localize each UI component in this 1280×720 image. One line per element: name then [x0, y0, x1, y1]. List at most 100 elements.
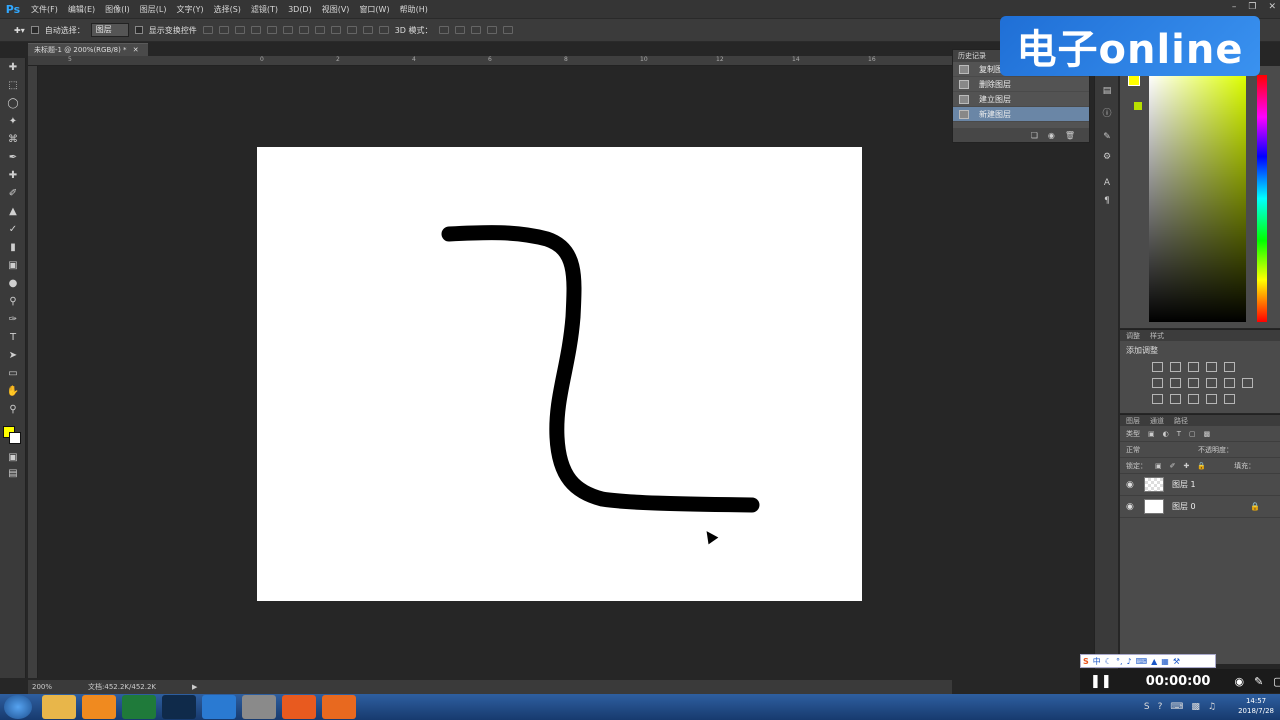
ime-punct-icon[interactable]: °,: [1116, 657, 1123, 666]
ime-skin-icon[interactable]: ▲: [1151, 657, 1157, 666]
brush-tool-icon[interactable]: ✐: [6, 188, 20, 200]
channel-mixer-icon[interactable]: [1224, 378, 1235, 388]
new-document-from-state-icon[interactable]: ❏: [1031, 131, 1038, 140]
distribute-left-icon[interactable]: [346, 26, 357, 34]
slide-3d-icon[interactable]: [486, 26, 497, 34]
snapshot-icon[interactable]: ◉: [1048, 131, 1055, 140]
ime-moon-icon[interactable]: ☾: [1105, 657, 1112, 666]
lock-move-icon[interactable]: ✚: [1184, 462, 1190, 470]
window-icon[interactable]: ▢: [1273, 675, 1280, 688]
restore-icon[interactable]: ❐: [1248, 2, 1256, 12]
tab-styles[interactable]: 样式: [1150, 331, 1164, 341]
type-tool-icon[interactable]: T: [6, 332, 20, 344]
distribute-right-icon[interactable]: [378, 26, 389, 34]
move-tool-icon[interactable]: ✚▾: [14, 26, 25, 35]
menu-window[interactable]: 窗口(W): [354, 4, 394, 15]
marquee-tool-icon[interactable]: ⬚: [6, 80, 20, 92]
menu-help[interactable]: 帮助(H): [395, 4, 433, 15]
align-bottom-icon[interactable]: [234, 26, 245, 34]
roll-3d-icon[interactable]: [454, 26, 465, 34]
screen-mode-icon[interactable]: ▤: [6, 468, 20, 480]
menu-view[interactable]: 视图(V): [317, 4, 355, 15]
firefox-icon[interactable]: [282, 695, 316, 719]
filter-smart-icon[interactable]: ▩: [1204, 430, 1211, 438]
scale-3d-icon[interactable]: [502, 26, 513, 34]
hue-saturation-icon[interactable]: [1152, 378, 1163, 388]
align-right-icon[interactable]: [282, 26, 293, 34]
exposure-icon[interactable]: [1206, 362, 1217, 372]
minimize-icon[interactable]: –: [1232, 2, 1237, 12]
ime-keyboard-icon[interactable]: ⌨: [1136, 657, 1148, 666]
character-panel-icon[interactable]: A: [1101, 178, 1113, 190]
move-tool-icon[interactable]: ✚: [6, 62, 20, 74]
photoshop-icon[interactable]: [162, 695, 196, 719]
document-canvas[interactable]: [257, 147, 862, 601]
tab-paths[interactable]: 路径: [1174, 416, 1188, 426]
gradient-tool-icon[interactable]: ▣: [6, 260, 20, 272]
ime-tools-icon[interactable]: ▦: [1161, 657, 1169, 666]
filter-type-icon[interactable]: T: [1177, 430, 1181, 438]
folder-icon[interactable]: [42, 695, 76, 719]
brightness-icon[interactable]: [1152, 362, 1163, 372]
brush-presets-icon[interactable]: ✎: [1101, 132, 1113, 144]
trash-icon[interactable]: 🗑: [1065, 131, 1075, 140]
eyedropper-tool-icon[interactable]: ✒: [6, 152, 20, 164]
info-panel-icon[interactable]: ⓘ: [1101, 106, 1113, 119]
tool-presets-icon[interactable]: ⚙: [1101, 152, 1113, 164]
filter-adjustment-icon[interactable]: ◐: [1163, 430, 1169, 438]
volume-tray-icon[interactable]: ♫: [1208, 702, 1216, 712]
menu-layer[interactable]: 图层(L): [135, 4, 172, 15]
history-item[interactable]: 删除图层: [953, 77, 1089, 92]
excel-icon[interactable]: [122, 695, 156, 719]
visibility-eye-icon[interactable]: ◉: [1126, 502, 1136, 512]
posterize-icon[interactable]: [1170, 394, 1181, 404]
zoom-tool-icon[interactable]: ⚲: [6, 404, 20, 416]
doc-icon[interactable]: [242, 695, 276, 719]
color-balance-icon[interactable]: [1170, 378, 1181, 388]
tab-channels[interactable]: 通道: [1150, 416, 1164, 426]
distribute-middle-icon[interactable]: [314, 26, 325, 34]
history-brush-tool-icon[interactable]: ✓: [6, 224, 20, 236]
help-tray-icon[interactable]: ?: [1158, 702, 1163, 712]
ime-language-toggle[interactable]: 中: [1093, 656, 1101, 667]
zoom-level[interactable]: 200%: [32, 683, 52, 691]
filter-pixel-icon[interactable]: ▣: [1148, 430, 1155, 438]
paragraph-panel-icon[interactable]: ¶: [1101, 196, 1113, 208]
lasso-tool-icon[interactable]: ◯: [6, 98, 20, 110]
hue-slider[interactable]: [1257, 75, 1267, 322]
start-button[interactable]: [4, 695, 32, 719]
rectangle-tool-icon[interactable]: ▭: [6, 368, 20, 380]
auto-select-checkbox[interactable]: [30, 26, 39, 34]
selective-color-icon[interactable]: [1206, 394, 1217, 404]
auto-select-dropdown[interactable]: 图层: [90, 23, 129, 37]
lock-all-icon[interactable]: 🔒: [1197, 462, 1206, 470]
eraser-tool-icon[interactable]: ▮: [6, 242, 20, 254]
ime-wrench-icon[interactable]: ⚒: [1173, 657, 1180, 666]
layer-name[interactable]: 图层 1: [1172, 479, 1196, 490]
quick-select-tool-icon[interactable]: ✦: [6, 116, 20, 128]
clock[interactable]: 14:57 2018/7/28: [1238, 696, 1274, 716]
layer-row[interactable]: ◉ 图层 1: [1120, 474, 1280, 496]
menu-filter[interactable]: 滤镜(T): [246, 4, 283, 15]
close-tab-icon[interactable]: ✕: [133, 46, 139, 54]
align-center-icon[interactable]: [266, 26, 277, 34]
distribute-bottom-icon[interactable]: [330, 26, 341, 34]
layer-filter-dropdown[interactable]: 类型: [1126, 429, 1140, 439]
clone-stamp-tool-icon[interactable]: ▲: [6, 206, 20, 218]
filter-shape-icon[interactable]: ▢: [1189, 430, 1196, 438]
rotate-3d-icon[interactable]: [438, 26, 449, 34]
menu-image[interactable]: 图像(I): [100, 4, 135, 15]
status-menu-arrow-icon[interactable]: ▶: [192, 683, 197, 691]
lock-transparent-icon[interactable]: ▣: [1155, 462, 1162, 470]
invert-icon[interactable]: [1152, 394, 1163, 404]
pen-tool-icon[interactable]: ✑: [6, 314, 20, 326]
distribute-center-icon[interactable]: [362, 26, 373, 34]
media-icon[interactable]: [82, 695, 116, 719]
document-tab[interactable]: 未标题-1 @ 200%(RGB/8) * ✕: [28, 43, 148, 56]
curves-icon[interactable]: [1188, 362, 1199, 372]
history-panel-icon[interactable]: ▤: [1101, 86, 1113, 98]
path-select-tool-icon[interactable]: ➤: [6, 350, 20, 362]
hand-tool-icon[interactable]: ✋: [6, 386, 20, 398]
lock-brush-icon[interactable]: ✐: [1170, 462, 1176, 470]
slides-icon[interactable]: [322, 695, 356, 719]
